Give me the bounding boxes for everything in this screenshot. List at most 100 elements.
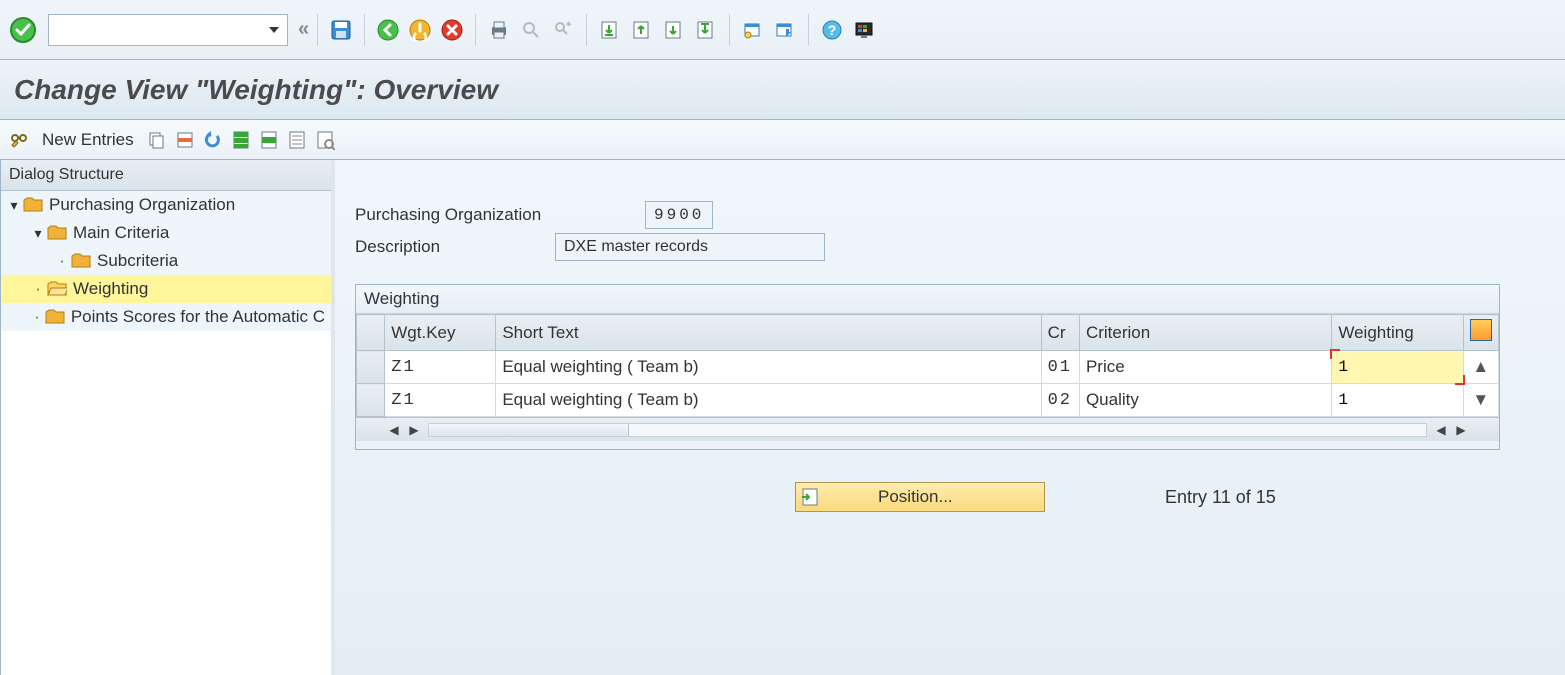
tree-node-label: Main Criteria: [73, 223, 169, 243]
page-title: Change View "Weighting": Overview: [14, 74, 498, 106]
scroll-right-button[interactable]: ▶: [404, 420, 424, 440]
scroll-left-end-button[interactable]: ◀: [1431, 420, 1451, 440]
save-button[interactable]: [326, 15, 356, 45]
deselect-all-button[interactable]: [284, 127, 310, 153]
col-wgtkey[interactable]: Wgt.Key: [385, 315, 496, 351]
collapse-command-field-icon[interactable]: «: [294, 18, 309, 41]
entry-counter: Entry 11 of 15: [1165, 487, 1276, 508]
weighting-input[interactable]: [1338, 355, 1456, 379]
customize-layout-button[interactable]: [849, 15, 879, 45]
tree-node[interactable]: · Weighting: [1, 275, 331, 303]
cell-cr[interactable]: 02: [1041, 384, 1079, 417]
table-horizontal-scrollbar[interactable]: ◀ ▶ ◀ ▶: [356, 417, 1499, 441]
table-vscroll-button[interactable]: ▲: [1463, 351, 1498, 384]
row-selector[interactable]: [357, 351, 385, 384]
cell-shorttext[interactable]: Equal weighting ( Team b): [496, 384, 1041, 417]
tree-node[interactable]: · Subcriteria: [1, 247, 331, 275]
undo-button[interactable]: [200, 127, 226, 153]
configure-columns-button[interactable]: [1463, 315, 1498, 351]
position-label: Position...: [878, 487, 953, 507]
first-page-button[interactable]: [595, 15, 625, 45]
dropdown-caret-icon: [269, 27, 279, 33]
folder-icon: [71, 253, 91, 269]
prev-page-button[interactable]: [627, 15, 657, 45]
scroll-left-button[interactable]: ◀: [384, 420, 404, 440]
tree-bullet-icon: ·: [31, 279, 45, 299]
row-selector-header[interactable]: [357, 315, 385, 351]
print-button[interactable]: [484, 15, 514, 45]
scroll-right-end-button[interactable]: ▶: [1451, 420, 1471, 440]
folder-icon: [23, 197, 43, 213]
dialog-structure-panel: Dialog Structure ▾ Purchasing Organizati…: [0, 160, 335, 675]
cancel-button[interactable]: [437, 15, 467, 45]
create-session-button[interactable]: [738, 15, 768, 45]
system-toolbar: « ?: [0, 0, 1565, 60]
tree-node-label: Purchasing Organization: [49, 195, 235, 215]
new-entries-button[interactable]: New Entries: [34, 127, 142, 153]
table-row: Z1Equal weighting ( Team b)02Quality ▼: [357, 384, 1499, 417]
svg-text:?: ?: [828, 22, 837, 38]
cell-wgtkey[interactable]: Z1: [385, 384, 496, 417]
find-next-button[interactable]: [548, 15, 578, 45]
find-button[interactable]: [516, 15, 546, 45]
col-cr[interactable]: Cr: [1041, 315, 1079, 351]
tree-toggle-icon[interactable]: ▾: [7, 197, 21, 214]
tree-node-label: Points Scores for the Automatic C: [71, 307, 325, 327]
table-vscroll-button[interactable]: ▼: [1463, 384, 1498, 417]
weighting-input[interactable]: [1338, 388, 1456, 412]
weighting-table: Wgt.Key Short Text Cr Criterion Weightin…: [356, 314, 1499, 417]
table-settings-icon: [1470, 319, 1492, 341]
cell-weighting[interactable]: [1332, 351, 1463, 384]
tree-node[interactable]: ▾ Main Criteria: [1, 219, 331, 247]
col-weighting[interactable]: Weighting: [1332, 315, 1463, 351]
separator: [729, 14, 730, 46]
page-title-bar: Change View "Weighting": Overview: [0, 60, 1565, 120]
scroll-track[interactable]: [428, 423, 1427, 437]
tree-bullet-icon: ·: [55, 251, 69, 271]
select-all-button[interactable]: [228, 127, 254, 153]
back-button[interactable]: [373, 15, 403, 45]
select-block-button[interactable]: [256, 127, 282, 153]
cell-wgtkey[interactable]: Z1: [385, 351, 496, 384]
group-title: Weighting: [356, 285, 1499, 314]
command-field[interactable]: [48, 14, 288, 46]
col-shorttext[interactable]: Short Text: [496, 315, 1041, 351]
cell-weighting[interactable]: [1332, 384, 1463, 417]
exit-button[interactable]: [405, 15, 435, 45]
toggle-display-change-button[interactable]: [6, 127, 32, 153]
help-button[interactable]: ?: [817, 15, 847, 45]
folder-icon: [45, 309, 65, 325]
description-value: DXE master records: [555, 233, 825, 261]
tree-node[interactable]: · Points Scores for the Automatic C: [1, 303, 331, 331]
separator: [364, 14, 365, 46]
enter-button[interactable]: [6, 13, 40, 47]
col-criterion[interactable]: Criterion: [1079, 315, 1331, 351]
cell-shorttext[interactable]: Equal weighting ( Team b): [496, 351, 1041, 384]
generate-shortcut-button[interactable]: [770, 15, 800, 45]
last-page-button[interactable]: [691, 15, 721, 45]
copy-as-button[interactable]: [144, 127, 170, 153]
cell-criterion[interactable]: Quality: [1079, 384, 1331, 417]
cell-criterion[interactable]: Price: [1079, 351, 1331, 384]
tree-node-label: Subcriteria: [97, 251, 178, 271]
row-selector[interactable]: [357, 384, 385, 417]
main-area: Dialog Structure ▾ Purchasing Organizati…: [0, 160, 1565, 675]
position-button[interactable]: Position...: [795, 482, 1045, 512]
dialog-structure-tree: ▾ Purchasing Organization▾ Main Criteria…: [1, 191, 331, 675]
tree-node[interactable]: ▾ Purchasing Organization: [1, 191, 331, 219]
header-form: Purchasing Organization 9900 Description…: [335, 160, 1565, 262]
application-toolbar: New Entries: [0, 120, 1565, 160]
delete-button[interactable]: [172, 127, 198, 153]
dialog-structure-header: Dialog Structure: [1, 160, 331, 191]
scroll-thumb[interactable]: [429, 424, 629, 436]
tree-toggle-icon[interactable]: ▾: [31, 225, 45, 242]
cell-cr[interactable]: 01: [1041, 351, 1079, 384]
purch-org-label: Purchasing Organization: [355, 205, 645, 225]
next-page-button[interactable]: [659, 15, 689, 45]
weighting-table-group: Weighting Wgt.Key Short Text Cr Criterio…: [355, 284, 1500, 450]
print-table-button[interactable]: [312, 127, 338, 153]
separator: [808, 14, 809, 46]
purch-org-value: 9900: [645, 201, 713, 229]
separator: [475, 14, 476, 46]
folder-icon: [47, 225, 67, 241]
